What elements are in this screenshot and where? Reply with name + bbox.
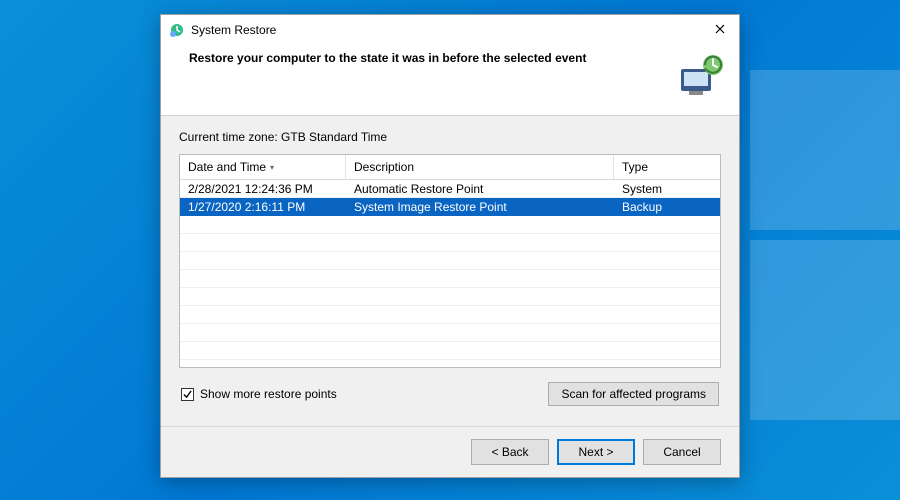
column-header-type-label: Type [622, 160, 648, 174]
back-button[interactable]: < Back [471, 439, 549, 465]
column-header-date[interactable]: Date and Time ▾ [180, 155, 346, 179]
show-more-checkbox[interactable] [181, 388, 194, 401]
next-button[interactable]: Next > [557, 439, 635, 465]
timezone-label: Current time zone: GTB Standard Time [179, 130, 721, 144]
scan-affected-button[interactable]: Scan for affected programs [548, 382, 719, 406]
cancel-button[interactable]: Cancel [643, 439, 721, 465]
cell-type: System [614, 180, 720, 197]
restore-points-table: Date and Time ▾ Description Type 2/28/20… [179, 154, 721, 368]
table-row-empty [180, 288, 720, 306]
close-icon[interactable] [709, 21, 731, 39]
header-area: Restore your computer to the state it wa… [161, 43, 739, 115]
cell-date: 1/27/2020 2:16:11 PM [180, 198, 346, 215]
show-more-label: Show more restore points [200, 387, 337, 401]
table-row[interactable]: 2/28/2021 12:24:36 PMAutomatic Restore P… [180, 180, 720, 198]
system-restore-icon [169, 22, 185, 38]
cell-description: System Image Restore Point [346, 198, 614, 215]
column-header-description-label: Description [354, 160, 414, 174]
table-row-empty [180, 252, 720, 270]
system-restore-dialog: System Restore Restore your computer to … [160, 14, 740, 478]
table-row-empty [180, 324, 720, 342]
sort-indicator-icon: ▾ [270, 163, 274, 172]
column-header-date-label: Date and Time [188, 160, 266, 174]
restore-hero-icon [675, 51, 723, 99]
table-row-empty [180, 342, 720, 360]
table-body: 2/28/2021 12:24:36 PMAutomatic Restore P… [180, 180, 720, 368]
table-row-empty [180, 306, 720, 324]
window-title: System Restore [191, 23, 709, 37]
wizard-footer: < Back Next > Cancel [161, 426, 739, 477]
cell-date: 2/28/2021 12:24:36 PM [180, 180, 346, 197]
table-header: Date and Time ▾ Description Type [180, 155, 720, 180]
table-row-empty [180, 234, 720, 252]
column-header-type[interactable]: Type [614, 155, 720, 179]
cell-type: Backup [614, 198, 720, 215]
content-area: Current time zone: GTB Standard Time Dat… [161, 116, 739, 426]
table-row-empty [180, 360, 720, 368]
cell-description: Automatic Restore Point [346, 180, 614, 197]
table-row[interactable]: 1/27/2020 2:16:11 PMSystem Image Restore… [180, 198, 720, 216]
table-row-empty [180, 270, 720, 288]
table-row-empty [180, 216, 720, 234]
under-table-row: Show more restore points Scan for affect… [179, 368, 721, 416]
page-heading: Restore your computer to the state it wa… [189, 51, 663, 65]
titlebar: System Restore [161, 15, 739, 43]
column-header-description[interactable]: Description [346, 155, 614, 179]
